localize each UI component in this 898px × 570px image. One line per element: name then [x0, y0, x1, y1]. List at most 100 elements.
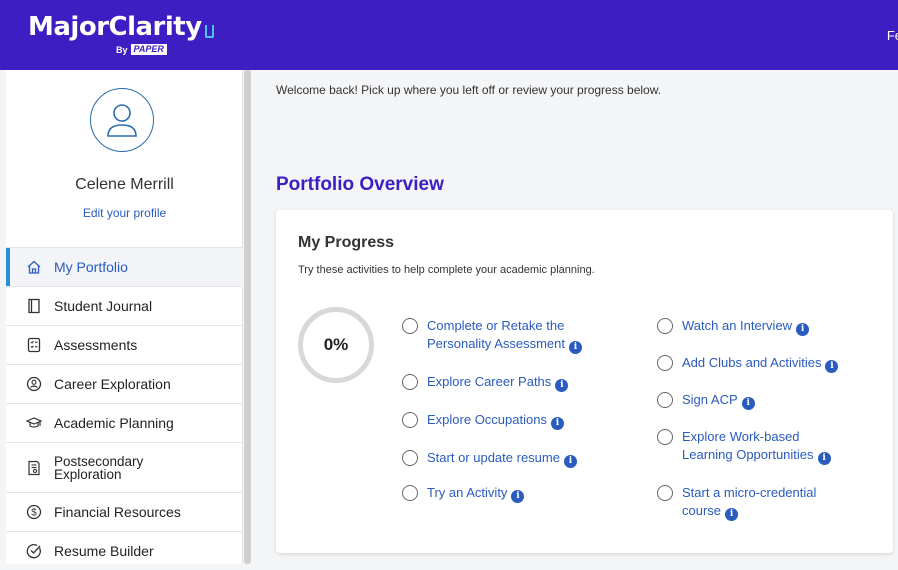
info-icon[interactable]: i	[555, 378, 569, 392]
sidebar-item-label: Postsecondary Exploration	[54, 453, 144, 482]
journal-icon	[26, 298, 42, 314]
activity-explore-career-paths[interactable]: Explore Career Paths i	[402, 373, 569, 392]
activity-label: Try an Activity	[427, 485, 508, 500]
activity-label: Watch an Interview	[682, 318, 793, 333]
logo[interactable]: MajorClarity By PAPER	[28, 12, 214, 55]
user-icon	[107, 104, 137, 137]
logo-by: By	[116, 44, 128, 55]
logo-text: MajorClarity	[28, 12, 202, 42]
postsecondary-icon	[26, 460, 42, 476]
info-icon[interactable]: i	[550, 416, 564, 430]
sidebar-item-label: Assessments	[54, 336, 138, 353]
sidebar-item-financial-resources[interactable]: $ Financial Resources	[6, 492, 243, 531]
activity-text: Complete or Retake the Personality Assess…	[427, 317, 583, 354]
activity-explore-occupations[interactable]: Explore Occupations i	[402, 411, 564, 430]
radio-icon[interactable]	[402, 412, 418, 428]
info-icon[interactable]: i	[796, 322, 810, 336]
sidebar-item-label: Student Journal	[54, 297, 153, 314]
info-icon[interactable]: i	[825, 359, 839, 373]
activity-try-activity[interactable]: Try an Activity i	[402, 484, 525, 503]
sidebar-item-assessments[interactable]: Assessments	[6, 325, 243, 364]
radio-icon[interactable]	[657, 355, 673, 371]
activity-start-resume[interactable]: Start or update resume i	[402, 449, 577, 468]
activity-text: Start a micro-credential course i	[682, 484, 816, 521]
graduation-cap-icon	[26, 415, 42, 431]
sidebar-item-label: My Portfolio	[54, 258, 128, 275]
activity-label-line2: Learning Opportunities	[682, 447, 814, 462]
sidebar: Celene Merrill Edit your profile My Port…	[6, 70, 243, 564]
progress-subtitle: Try these activities to help complete yo…	[298, 264, 595, 276]
edit-profile-link[interactable]: Edit your profile	[6, 206, 243, 220]
home-icon	[26, 259, 42, 275]
assessment-icon	[26, 337, 42, 353]
activity-text: Sign ACP i	[682, 391, 755, 410]
progress-percent: 0%	[323, 335, 349, 354]
career-icon	[26, 376, 42, 392]
activity-text: Explore Work-based Learning Opportunities…	[682, 428, 831, 465]
radio-icon[interactable]	[657, 318, 673, 334]
progress-card: My Progress Try these activities to help…	[276, 210, 893, 553]
activity-label: Sign ACP	[682, 392, 738, 407]
sidebar-item-label: Academic Planning	[54, 414, 174, 431]
info-icon[interactable]: i	[569, 340, 583, 354]
sidebar-item-career-exploration[interactable]: Career Exploration	[6, 364, 243, 403]
activity-personality-assessment[interactable]: Complete or Retake the Personality Assess…	[402, 317, 583, 354]
sidebar-item-academic-planning[interactable]: Academic Planning	[6, 403, 243, 442]
logo-bookmark-icon	[204, 25, 214, 38]
activity-label-line2: Personality Assessment	[427, 336, 566, 351]
logo-byline: By PAPER	[116, 44, 167, 55]
radio-icon[interactable]	[657, 429, 673, 445]
info-icon[interactable]: i	[725, 507, 739, 521]
info-icon[interactable]: i	[563, 454, 577, 468]
sidebar-item-label: Career Exploration	[54, 375, 171, 392]
user-name: Celene Merrill	[75, 176, 174, 193]
radio-icon[interactable]	[402, 318, 418, 334]
radio-icon[interactable]	[402, 450, 418, 466]
check-circle-icon	[26, 543, 42, 559]
sidebar-item-label: Resume Builder	[54, 542, 154, 559]
sidebar-item-resume-builder[interactable]: Resume Builder	[6, 531, 243, 570]
info-icon[interactable]: i	[741, 396, 755, 410]
sidebar-scrollbar[interactable]	[244, 70, 251, 564]
top-bar: MajorClarity By PAPER Fe	[0, 0, 898, 70]
activity-label: Explore Work-based	[682, 429, 800, 444]
sidebar-item-my-portfolio[interactable]: My Portfolio	[6, 247, 243, 286]
activity-text: Start or update resume i	[427, 449, 577, 468]
activity-label: Add Clubs and Activities	[682, 355, 822, 370]
activity-work-based-learning[interactable]: Explore Work-based Learning Opportunities…	[657, 428, 831, 465]
dollar-icon: $	[26, 504, 42, 520]
activity-micro-credential[interactable]: Start a micro-credential course i	[657, 484, 816, 521]
progress-title: My Progress	[298, 234, 395, 251]
sidebar-item-label: Financial Resources	[54, 503, 181, 520]
sidebar-item-postsecondary-exploration[interactable]: Postsecondary Exploration	[6, 442, 243, 492]
activity-label-line2: course	[682, 503, 722, 518]
portfolio-overview-title: Portfolio Overview	[276, 174, 444, 195]
avatar[interactable]	[90, 88, 154, 152]
info-icon[interactable]: i	[817, 451, 831, 465]
activity-label: Complete or Retake the	[427, 318, 565, 333]
activity-sign-acp[interactable]: Sign ACP i	[657, 391, 755, 410]
radio-icon[interactable]	[402, 374, 418, 390]
svg-text:$: $	[31, 508, 37, 519]
logo-paper: PAPER	[130, 44, 167, 55]
activity-label: Start a micro-credential	[682, 485, 817, 500]
activity-watch-interview[interactable]: Watch an Interview i	[657, 317, 810, 336]
activity-text: Add Clubs and Activities i	[682, 354, 839, 373]
activity-text: Explore Occupations i	[427, 411, 564, 430]
activity-label: Explore Occupations	[427, 412, 547, 427]
welcome-text: Welcome back! Pick up where you left off…	[276, 83, 662, 97]
activity-add-clubs[interactable]: Add Clubs and Activities i	[657, 354, 839, 373]
sidebar-item-student-journal[interactable]: Student Journal	[6, 286, 243, 325]
header-link-truncated[interactable]: Fe	[887, 28, 898, 43]
main-content: Welcome back! Pick up where you left off…	[256, 70, 898, 564]
activity-text: Explore Career Paths i	[427, 373, 569, 392]
radio-icon[interactable]	[657, 392, 673, 408]
activity-text: Watch an Interview i	[682, 317, 810, 336]
activity-label: Explore Career Paths	[427, 374, 552, 389]
progress-circle: 0%	[298, 307, 374, 383]
activity-text: Try an Activity i	[427, 484, 525, 503]
radio-icon[interactable]	[657, 485, 673, 501]
sidebar-nav: My Portfolio Student Journal Assessments…	[6, 247, 243, 570]
radio-icon[interactable]	[402, 485, 418, 501]
info-icon[interactable]: i	[511, 489, 525, 503]
